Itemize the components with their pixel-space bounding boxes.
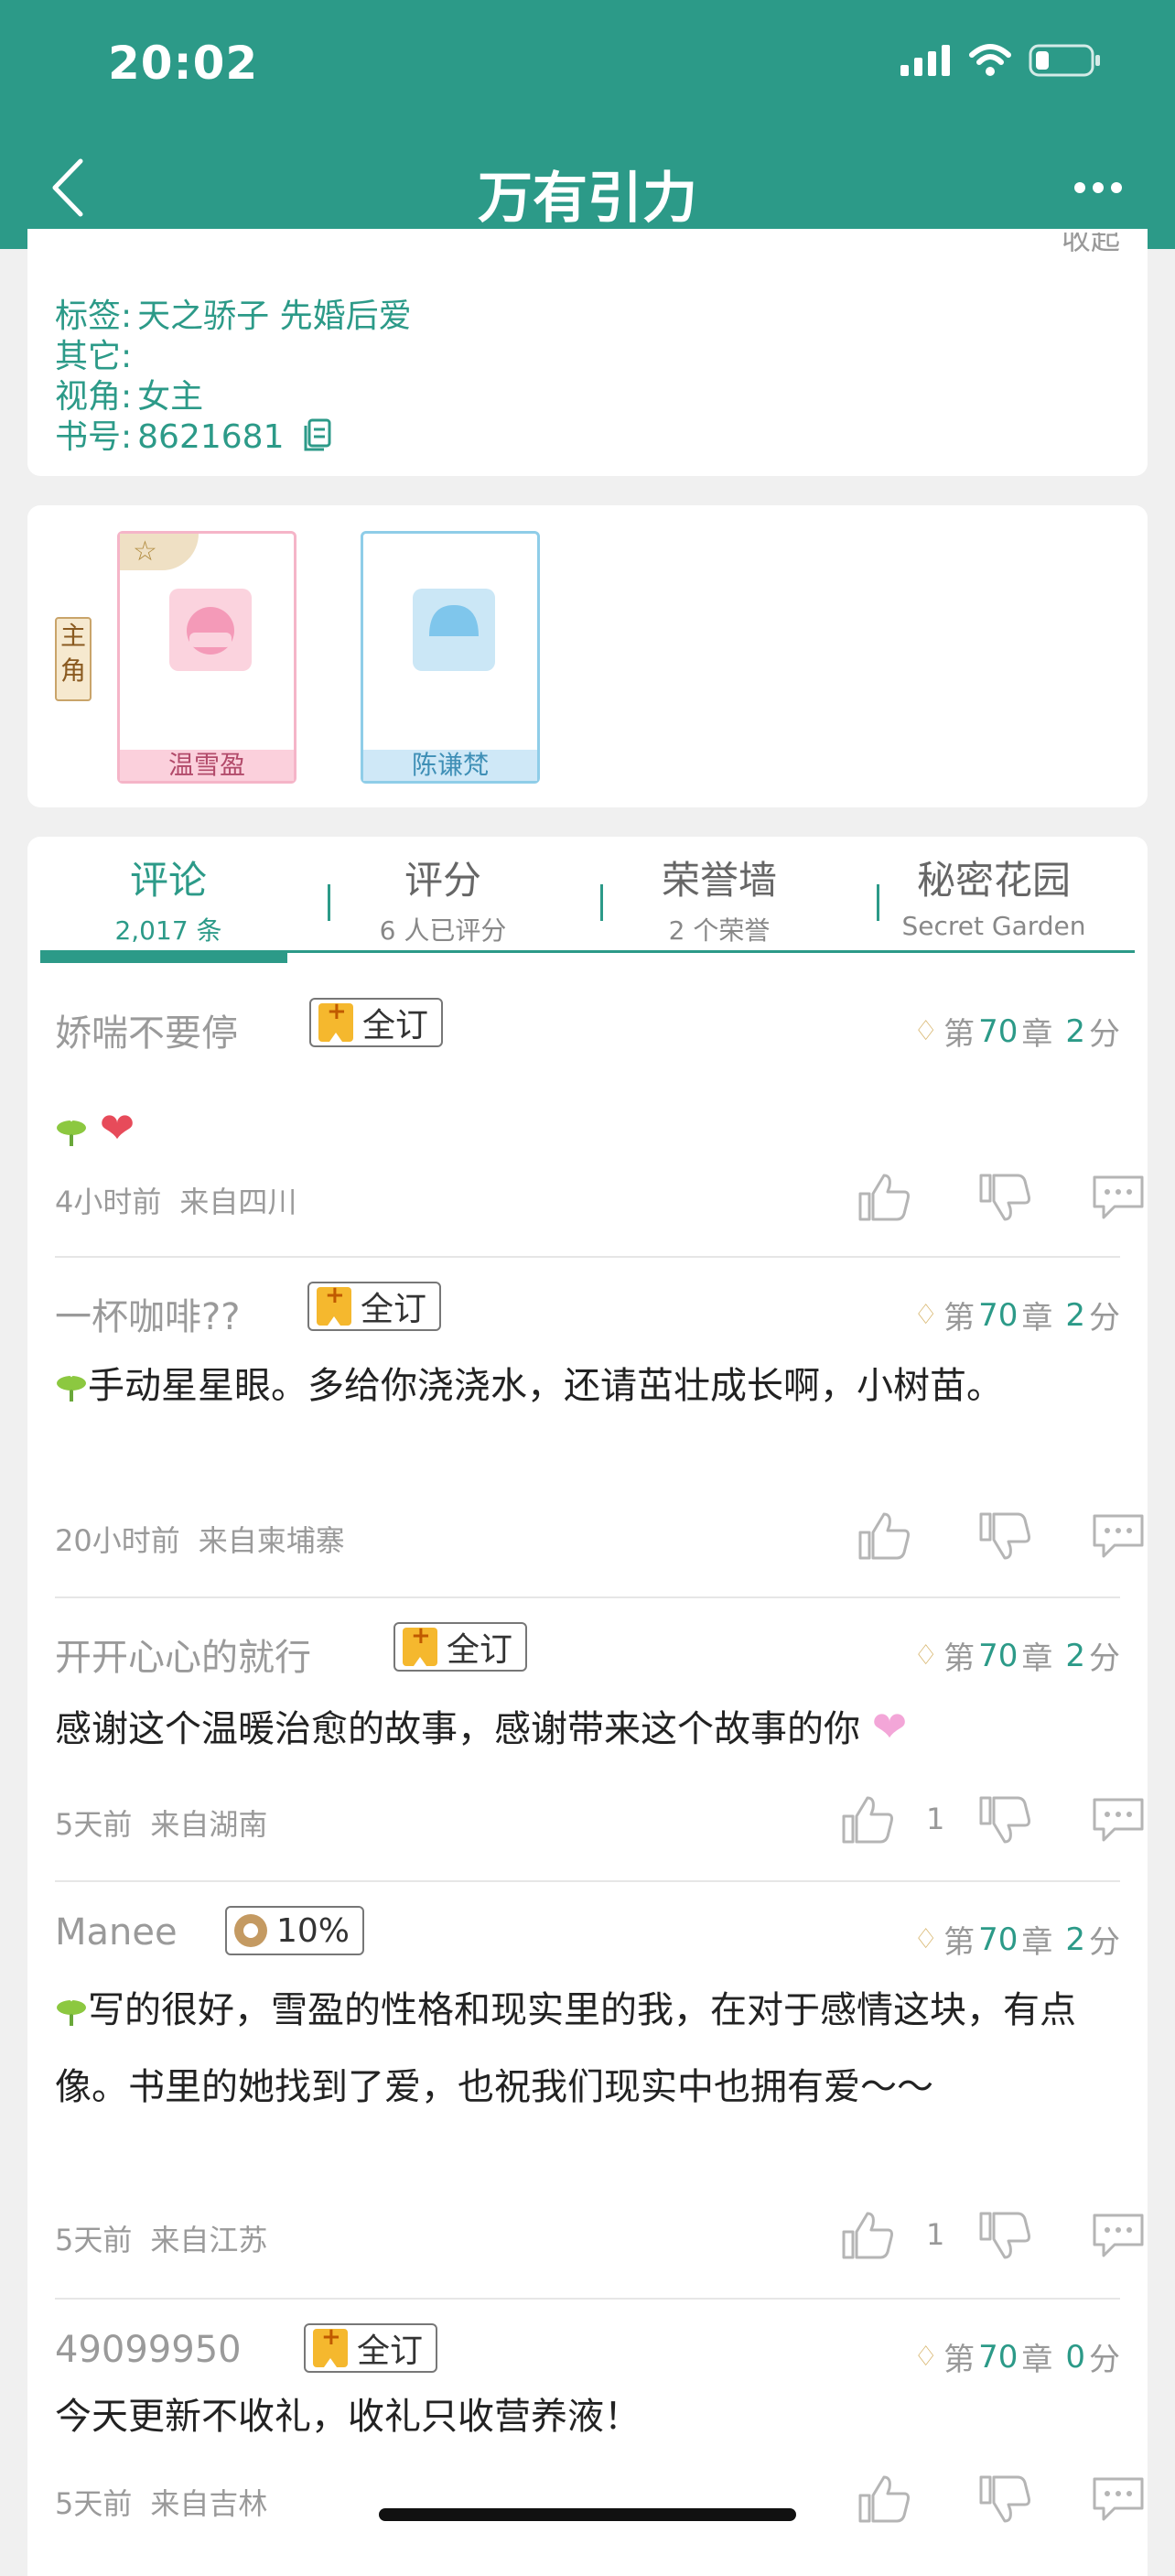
comment-meta: 5天前 来自江苏 bbox=[55, 2223, 268, 2257]
sprout-icon bbox=[55, 1995, 88, 2028]
vip-diamond-icon: ♢ bbox=[913, 2341, 939, 2373]
wifi-icon bbox=[969, 44, 1011, 76]
comments-card: 评论 2,017 条 评分 6 人已评分 荣誉墙 2 个荣誉 秘密花园 Secret G… bbox=[27, 837, 1148, 2576]
comment-item: Manee 10% ♢ 第 70 章 2 分 写的很好，雪盈的性格和现实里的我，在对于感情… bbox=[55, 1882, 1144, 2300]
tags-value[interactable]: 天之骄子 先婚后爱 bbox=[137, 298, 411, 335]
like-count: 1 bbox=[926, 1802, 945, 1836]
reply-icon[interactable] bbox=[1091, 1794, 1146, 1845]
bookmark-icon bbox=[318, 998, 353, 1042]
comment-meta: 5天前 来自吉林 bbox=[55, 2486, 268, 2521]
comment-item: 开开心心的就行 全订 ♢第70章2分 感谢这个温暖治愈的故事，感谢带来这个故事的… bbox=[55, 1598, 1144, 1882]
active-tab-indicator bbox=[40, 950, 287, 963]
comment-username[interactable]: 娇喘不要停 bbox=[55, 1003, 238, 1056]
comment-body: ❤ bbox=[55, 1089, 1120, 1169]
subscription-badge: 全订 bbox=[304, 2323, 438, 2373]
battery-icon bbox=[1029, 44, 1100, 77]
tab-secret-garden[interactable]: 秘密花园 Secret Garden bbox=[866, 850, 1122, 941]
chapter-score: ♢ 第 70 章 2 分 bbox=[913, 1296, 1120, 1337]
character-card-female-lead[interactable]: ☆ 温雪盈 bbox=[117, 531, 296, 784]
reply-icon[interactable] bbox=[1091, 2473, 1146, 2525]
comment-username[interactable]: 一杯咖啡?? bbox=[55, 1287, 240, 1340]
thumbs-down-icon[interactable] bbox=[977, 1172, 1032, 1223]
comment-meta: 5天前 来自湖南 bbox=[55, 1807, 268, 1842]
thumbs-up-icon[interactable] bbox=[857, 1510, 911, 1562]
copy-icon[interactable] bbox=[302, 418, 333, 453]
page-title: 万有引力 bbox=[478, 167, 697, 231]
comment-username[interactable]: 49099950 bbox=[55, 2329, 242, 2371]
thumbs-down-icon[interactable] bbox=[977, 2473, 1032, 2525]
subscription-badge: 全订 bbox=[307, 1282, 442, 1331]
female-avatar-icon bbox=[169, 589, 252, 671]
reply-icon[interactable] bbox=[1091, 1172, 1146, 1223]
home-indicator[interactable] bbox=[379, 2508, 796, 2521]
cellular-signal-icon bbox=[900, 45, 950, 76]
vip-diamond-icon: ♢ bbox=[913, 1640, 939, 1672]
vip-diamond-icon: ♢ bbox=[913, 1923, 939, 1955]
like-count: 1 bbox=[926, 2217, 945, 2252]
comment-body: 感谢这个温暖治愈的故事，感谢带来这个故事的你 ❤ bbox=[55, 1702, 908, 1751]
character-card-male-lead[interactable]: 陈谦梵 bbox=[361, 531, 540, 784]
tab-ratings[interactable]: 评分 6 人已评分 bbox=[315, 850, 571, 947]
bookmark-icon bbox=[403, 1622, 437, 1666]
vip-diamond-icon: ♢ bbox=[913, 1299, 939, 1331]
book-info-card: 收起 标签: 天之骄子 先婚后爱 其它: 视角: 女主 书号: 8621681 bbox=[27, 229, 1148, 476]
pink-heart-icon: ❤ bbox=[871, 1702, 908, 1751]
subscription-badge: 全订 bbox=[393, 1622, 528, 1672]
comment-item: 一杯咖啡?? 全订 ♢第70章2分 手动星星眼。多给你浇浇水，还请茁壮成长啊，小… bbox=[55, 1258, 1144, 1598]
book-id-value: 8621681 bbox=[137, 418, 285, 456]
comment-item: 娇喘不要停 全订 ♢第70章2分 ❤ 4小时前来自四川 bbox=[55, 974, 1144, 1258]
thumbs-up-icon[interactable] bbox=[840, 1794, 895, 1845]
character-name: 温雪盈 bbox=[120, 750, 294, 781]
comment-username[interactable]: 开开心心的就行 bbox=[55, 1628, 311, 1681]
chapter-score: ♢ 第 70 章 2 分 bbox=[913, 1012, 1120, 1054]
protagonist-tag: 主角 bbox=[55, 617, 92, 701]
book-id-row: 书号: 8621681 bbox=[55, 410, 333, 458]
app-header: 20:02 万有引力 bbox=[0, 0, 1175, 249]
comment-body: 今天更新不收礼，收礼只收营养液！ bbox=[55, 2396, 641, 2438]
vip-diamond-icon: ♢ bbox=[913, 1015, 939, 1047]
reply-icon[interactable] bbox=[1091, 1510, 1146, 1562]
comment-username[interactable]: Manee bbox=[55, 1911, 178, 1954]
completion-badge: 10% bbox=[225, 1906, 365, 1955]
comment-body: 手动星星眼。多给你浇浇水，还请茁壮成长啊，小树苗。 bbox=[55, 1348, 1120, 1424]
tab-comments[interactable]: 评论 2,017 条 bbox=[40, 850, 296, 947]
thumbs-up-icon[interactable] bbox=[857, 1172, 911, 1223]
bookmark-icon bbox=[313, 2323, 348, 2367]
coin-icon bbox=[234, 1914, 267, 1947]
comment-meta: 4小时前 来自四川 bbox=[55, 1185, 297, 1219]
thumbs-down-icon[interactable] bbox=[977, 2210, 1032, 2261]
comment-body: 写的很好，雪盈的性格和现实里的我，在对于感情这块，有点像。书里的她找到了爱，也祝… bbox=[55, 1989, 1076, 2108]
status-time: 20:02 bbox=[108, 37, 259, 90]
more-options-icon[interactable] bbox=[1073, 174, 1124, 201]
reply-icon[interactable] bbox=[1091, 2210, 1146, 2261]
sprout-icon bbox=[55, 1115, 88, 1148]
characters-card: 主角 ☆ 温雪盈 陈谦梵 bbox=[27, 505, 1148, 807]
collapse-link[interactable]: 收起 bbox=[1062, 233, 1120, 256]
star-icon: ☆ bbox=[133, 536, 157, 568]
thumbs-up-icon[interactable] bbox=[857, 2473, 911, 2525]
tab-honor-wall[interactable]: 荣誉墙 2 个荣誉 bbox=[591, 850, 847, 947]
red-heart-icon: ❤ bbox=[99, 1103, 135, 1153]
male-avatar-icon bbox=[413, 589, 495, 671]
chapter-score: ♢ 第 70 章 2 分 bbox=[913, 1637, 1120, 1678]
thumbs-up-icon[interactable] bbox=[840, 2210, 895, 2261]
sprout-icon bbox=[55, 1370, 88, 1403]
comment-item: 49099950 全订 ♢第70章0分 今天更新不收礼，收礼只收营养液！ 5天前… bbox=[55, 2300, 1144, 2574]
chapter-score: ♢ 第 70 章 2 分 bbox=[913, 1921, 1120, 1962]
chapter-score: ♢ 第 70 章 0 分 bbox=[913, 2338, 1120, 2379]
character-name: 陈谦梵 bbox=[363, 750, 537, 781]
bookmark-icon bbox=[317, 1282, 351, 1326]
subscription-badge: 全订 bbox=[309, 998, 444, 1047]
thumbs-down-icon[interactable] bbox=[977, 1794, 1032, 1845]
status-icons bbox=[900, 44, 1102, 77]
thumbs-down-icon[interactable] bbox=[977, 1510, 1032, 1562]
book-id-key: 书号: bbox=[55, 418, 133, 456]
comment-meta: 20小时前 来自柬埔寨 bbox=[55, 1523, 345, 1558]
section-tabs: 评论 2,017 条 评分 6 人已评分 荣誉墙 2 个荣誉 秘密花园 Secret G… bbox=[40, 850, 1135, 946]
